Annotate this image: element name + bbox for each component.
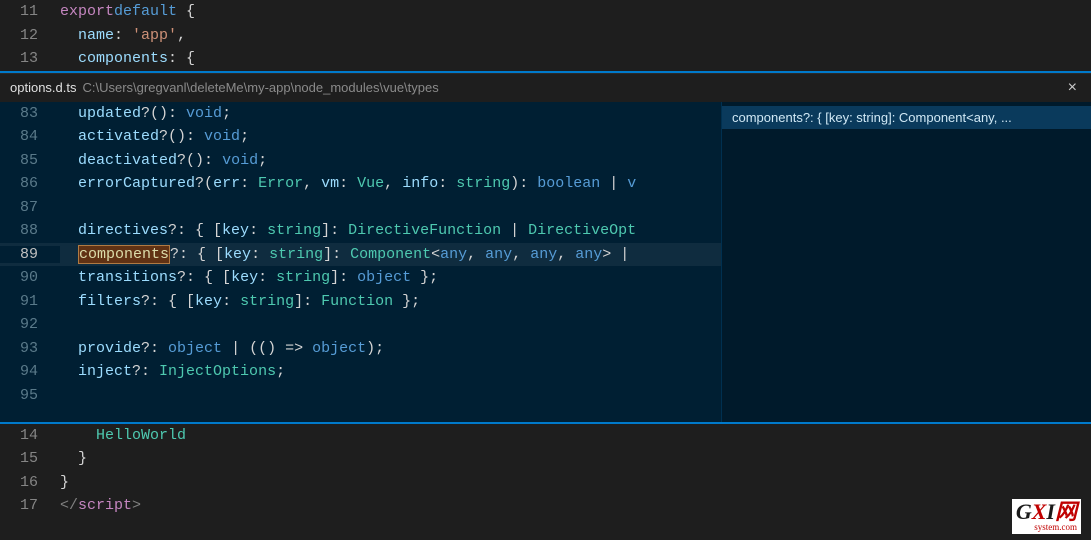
line-number: 91 xyxy=(0,293,60,310)
code-line[interactable]: 12 name: 'app', xyxy=(0,24,1091,48)
code-line[interactable]: 16} xyxy=(0,471,1091,495)
code-line[interactable]: 86 errorCaptured?(err: Error, vm: Vue, i… xyxy=(0,172,721,196)
code-line[interactable]: 15 } xyxy=(0,447,1091,471)
code-line[interactable]: 11exportdefault { xyxy=(0,0,1091,24)
code-line[interactable]: 17</script> xyxy=(0,494,1091,518)
line-content[interactable]: directives?: { [key: string]: DirectiveF… xyxy=(60,222,721,239)
line-number: 87 xyxy=(0,199,60,216)
line-number: 92 xyxy=(0,316,60,333)
line-content[interactable]: HelloWorld xyxy=(60,427,1091,444)
code-line[interactable]: 95 xyxy=(0,384,721,408)
close-icon[interactable]: × xyxy=(1064,79,1081,97)
line-number: 86 xyxy=(0,175,60,192)
peek-header: options.d.ts C:\Users\gregvanl\deleteMe\… xyxy=(0,73,1091,102)
line-content[interactable]: provide?: object | (() => object); xyxy=(60,340,721,357)
watermark-logo: GXI网 system.com xyxy=(1012,499,1081,534)
code-line[interactable]: 85 deactivated?(): void; xyxy=(0,149,721,173)
line-content[interactable]: } xyxy=(60,450,1091,467)
line-number: 94 xyxy=(0,363,60,380)
peek-body: 83 updated?(): void;84 activated?(): voi… xyxy=(0,102,1091,422)
line-number: 13 xyxy=(0,50,60,67)
line-number: 84 xyxy=(0,128,60,145)
line-number: 85 xyxy=(0,152,60,169)
code-line[interactable]: 92 xyxy=(0,313,721,337)
line-number: 93 xyxy=(0,340,60,357)
code-line[interactable]: 94 inject?: InjectOptions; xyxy=(0,360,721,384)
peek-filename: options.d.ts xyxy=(10,80,77,95)
line-number: 11 xyxy=(0,3,60,20)
line-content[interactable]: updated?(): void; xyxy=(60,105,721,122)
line-content[interactable]: name: 'app', xyxy=(60,27,1091,44)
line-number: 95 xyxy=(0,387,60,404)
peek-reference-list[interactable]: components?: { [key: string]: Component<… xyxy=(721,102,1091,422)
line-number: 16 xyxy=(0,474,60,491)
peek-definition-view: options.d.ts C:\Users\gregvanl\deleteMe\… xyxy=(0,71,1091,424)
code-line[interactable]: 13 components: { xyxy=(0,47,1091,71)
code-line[interactable]: 88 directives?: { [key: string]: Directi… xyxy=(0,219,721,243)
code-line[interactable]: 90 transitions?: { [key: string]: object… xyxy=(0,266,721,290)
code-line[interactable]: 89 components?: { [key: string]: Compone… xyxy=(0,243,721,267)
line-number: 14 xyxy=(0,427,60,444)
line-content[interactable]: components?: { [key: string]: Component<… xyxy=(60,246,721,263)
line-content[interactable]: } xyxy=(60,474,1091,491)
reference-item[interactable]: components?: { [key: string]: Component<… xyxy=(722,106,1091,129)
line-content[interactable]: filters?: { [key: string]: Function }; xyxy=(60,293,721,310)
peek-filepath: C:\Users\gregvanl\deleteMe\my-app\node_m… xyxy=(83,80,439,95)
code-line[interactable]: 93 provide?: object | (() => object); xyxy=(0,337,721,361)
line-content[interactable]: </script> xyxy=(60,497,1091,514)
line-content[interactable]: inject?: InjectOptions; xyxy=(60,363,721,380)
code-line[interactable]: 84 activated?(): void; xyxy=(0,125,721,149)
line-content[interactable]: errorCaptured?(err: Error, vm: Vue, info… xyxy=(60,175,721,192)
peek-code-editor[interactable]: 83 updated?(): void;84 activated?(): voi… xyxy=(0,102,721,422)
line-content[interactable]: transitions?: { [key: string]: object }; xyxy=(60,269,721,286)
line-content[interactable]: components: { xyxy=(60,50,1091,67)
line-content[interactable]: deactivated?(): void; xyxy=(60,152,721,169)
code-line[interactable]: 83 updated?(): void; xyxy=(0,102,721,126)
line-content[interactable]: activated?(): void; xyxy=(60,128,721,145)
code-line[interactable]: 14 HelloWorld xyxy=(0,424,1091,448)
line-number: 17 xyxy=(0,497,60,514)
line-number: 83 xyxy=(0,105,60,122)
line-number: 90 xyxy=(0,269,60,286)
line-content[interactable]: exportdefault { xyxy=(60,3,1091,20)
main-editor-bottom[interactable]: 14 HelloWorld15 }16}17</script> xyxy=(0,424,1091,518)
code-line[interactable]: 91 filters?: { [key: string]: Function }… xyxy=(0,290,721,314)
line-number: 89 xyxy=(0,246,60,263)
line-number: 12 xyxy=(0,27,60,44)
line-number: 15 xyxy=(0,450,60,467)
line-number: 88 xyxy=(0,222,60,239)
code-line[interactable]: 87 xyxy=(0,196,721,220)
main-editor-top[interactable]: 11exportdefault {12 name: 'app',13 compo… xyxy=(0,0,1091,71)
